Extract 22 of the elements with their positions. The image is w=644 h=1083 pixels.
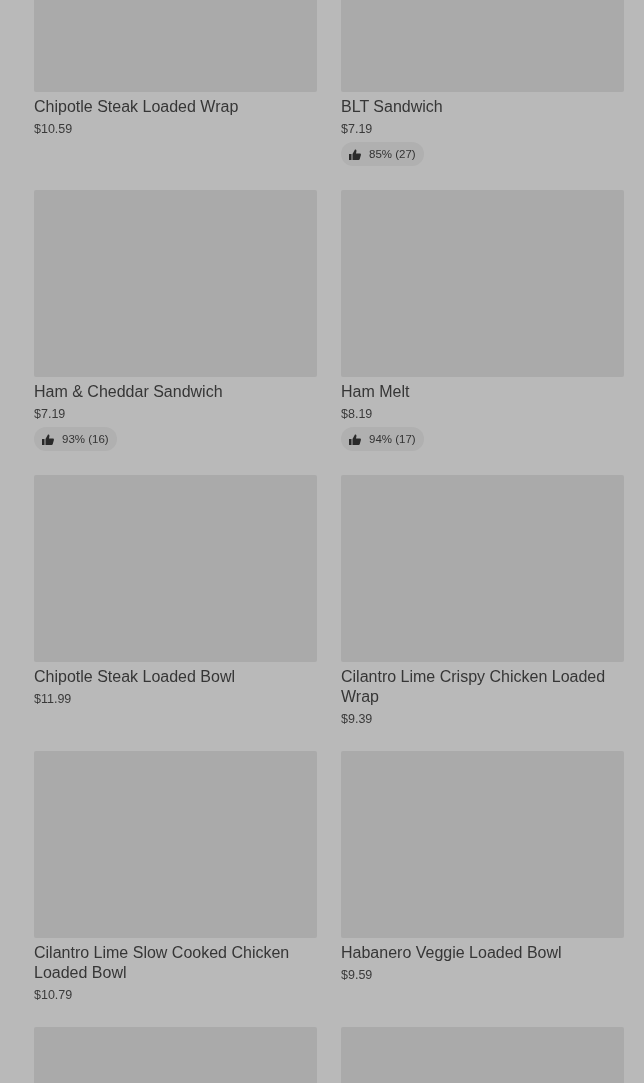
item-price: $10.59 <box>34 121 73 137</box>
item-name[interactable]: Cilantro Lime Slow Cooked Chicken Loaded Bowl <box>34 943 317 983</box>
item-price: $9.39 <box>341 711 373 727</box>
item-name[interactable]: Ham Melt <box>341 382 410 402</box>
item-name[interactable]: Chipotle Steak Loaded Wrap <box>34 97 239 117</box>
item-price: $9.59 <box>341 967 373 983</box>
item-name[interactable]: Chipotle Steak Loaded Bowl <box>34 667 236 687</box>
item-name[interactable]: BLT Sandwich <box>341 97 443 117</box>
item-price: $7.19 <box>341 121 373 137</box>
item-price: $7.19 <box>34 406 66 422</box>
item-name[interactable]: Cilantro Lime Crispy Chicken Loaded Wrap <box>341 667 624 707</box>
rating-text: 94% (17) <box>369 433 416 445</box>
thumbs-up-icon <box>349 148 361 160</box>
item-name[interactable]: Ham & Cheddar Sandwich <box>34 382 223 402</box>
item-price: $10.79 <box>34 987 73 1003</box>
rating-text: 85% (27) <box>369 148 416 160</box>
rating-text: 93% (16) <box>62 433 109 445</box>
thumbs-up-icon <box>42 433 54 445</box>
item-price: $11.99 <box>34 691 72 707</box>
item-name[interactable]: Habanero Veggie Loaded Bowl <box>341 943 562 963</box>
thumbs-up-icon <box>349 433 361 445</box>
item-price: $8.19 <box>341 406 373 422</box>
